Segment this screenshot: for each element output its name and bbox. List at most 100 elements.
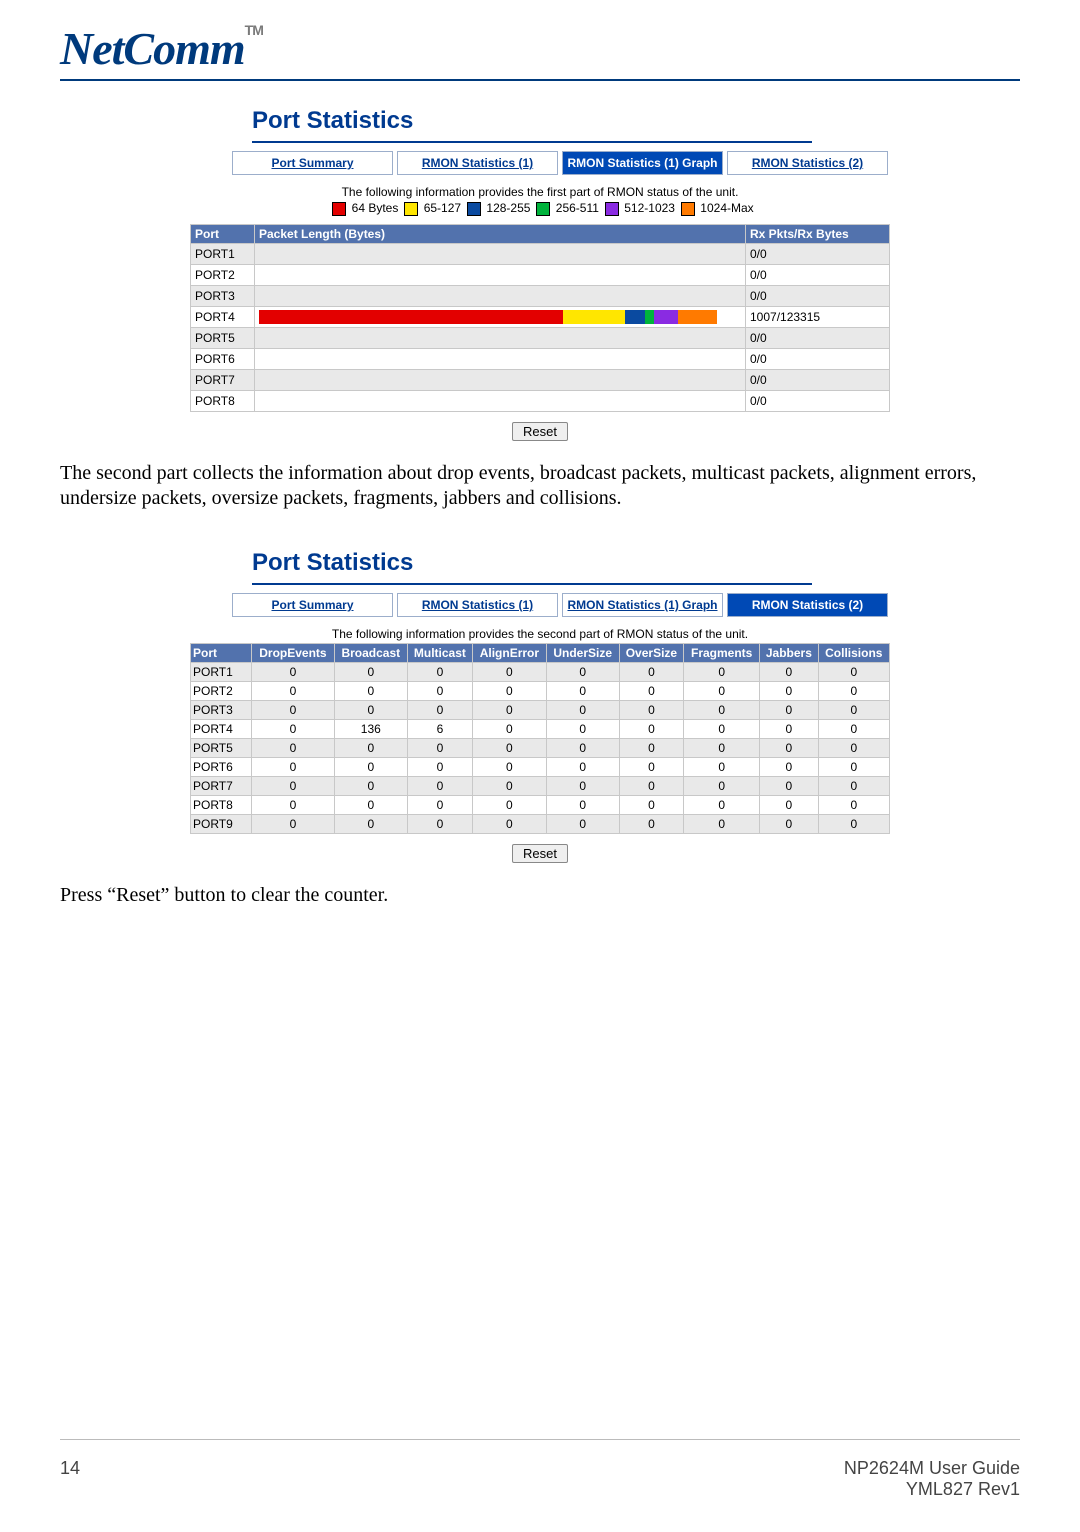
cell-value: 0 xyxy=(684,814,760,833)
cell-value: 0 xyxy=(546,776,619,795)
legend-swatch xyxy=(536,202,550,216)
cell-rx: 0/0 xyxy=(746,243,890,264)
bar-segment xyxy=(645,310,655,324)
th-port: Port xyxy=(191,643,252,662)
tab-3[interactable]: RMON Statistics (1) Graph xyxy=(562,593,723,617)
cell-port: PORT1 xyxy=(191,662,252,681)
cell-value: 0 xyxy=(334,700,407,719)
title-divider xyxy=(252,141,812,143)
panel-rmon1-graph: Port Statistics Port SummaryRMON Statist… xyxy=(190,105,890,441)
tab-1[interactable]: Port Summary xyxy=(232,151,393,175)
cell-value: 0 xyxy=(619,814,684,833)
legend-label: 256-511 xyxy=(552,201,598,215)
cell-value: 0 xyxy=(684,738,760,757)
cell-value: 0 xyxy=(619,700,684,719)
cell-value: 0 xyxy=(818,681,889,700)
table-row: PORT8000000000 xyxy=(191,795,890,814)
cell-rx: 0/0 xyxy=(746,369,890,390)
reset-button[interactable]: Reset xyxy=(512,844,568,863)
legend-label: 1024-Max xyxy=(697,201,754,215)
cell-value: 0 xyxy=(818,795,889,814)
cell-value: 6 xyxy=(407,719,472,738)
cell-value: 0 xyxy=(334,681,407,700)
tab-2[interactable]: RMON Statistics (1) xyxy=(397,593,558,617)
reset-button[interactable]: Reset xyxy=(512,422,568,441)
th-collisions: Collisions xyxy=(818,643,889,662)
chart-legend: 64 Bytes 65-127 128-255 256-511 512-1023… xyxy=(190,201,890,216)
cell-port: PORT4 xyxy=(191,306,255,327)
cell-port: PORT2 xyxy=(191,264,255,285)
rmon1-graph-table: Port Packet Length (Bytes) Rx Pkts/Rx By… xyxy=(190,224,890,412)
cell-bar xyxy=(255,285,746,306)
legend-swatch xyxy=(404,202,418,216)
cell-value: 0 xyxy=(546,681,619,700)
cell-value: 0 xyxy=(252,700,335,719)
cell-bar xyxy=(255,264,746,285)
cell-value: 0 xyxy=(619,795,684,814)
cell-value: 0 xyxy=(252,738,335,757)
th-port: Port xyxy=(191,224,255,243)
cell-value: 0 xyxy=(760,738,818,757)
cell-value: 0 xyxy=(619,757,684,776)
cell-value: 0 xyxy=(818,662,889,681)
th-undersize: UnderSize xyxy=(546,643,619,662)
tab-4[interactable]: RMON Statistics (2) xyxy=(727,151,888,175)
cell-value: 0 xyxy=(760,776,818,795)
page-title: Port Statistics xyxy=(190,547,890,583)
tab-1[interactable]: Port Summary xyxy=(232,593,393,617)
th-oversize: OverSize xyxy=(619,643,684,662)
table-row: PORT3000000000 xyxy=(191,700,890,719)
cell-value: 0 xyxy=(546,662,619,681)
cell-value: 0 xyxy=(334,795,407,814)
cell-value: 0 xyxy=(619,662,684,681)
th-broadcast: Broadcast xyxy=(334,643,407,662)
th-fragments: Fragments xyxy=(684,643,760,662)
cell-value: 0 xyxy=(473,700,547,719)
cell-port: PORT7 xyxy=(191,776,252,795)
cell-value: 0 xyxy=(619,776,684,795)
table-row: PORT2000000000 xyxy=(191,681,890,700)
cell-value: 0 xyxy=(818,738,889,757)
cell-value: 0 xyxy=(619,681,684,700)
th-alignerror: AlignError xyxy=(473,643,547,662)
cell-value: 0 xyxy=(473,719,547,738)
cell-bar xyxy=(255,306,746,327)
panel-rmon2: Port Statistics Port SummaryRMON Statist… xyxy=(190,547,890,863)
tab-2[interactable]: RMON Statistics (1) xyxy=(397,151,558,175)
cell-value: 0 xyxy=(334,662,407,681)
cell-value: 0 xyxy=(546,719,619,738)
tab-4[interactable]: RMON Statistics (2) xyxy=(727,593,888,617)
cell-port: PORT9 xyxy=(191,814,252,833)
cell-value: 0 xyxy=(252,776,335,795)
cell-port: PORT5 xyxy=(191,738,252,757)
cell-value: 0 xyxy=(473,738,547,757)
cell-port: PORT2 xyxy=(191,681,252,700)
cell-value: 0 xyxy=(252,814,335,833)
cell-value: 0 xyxy=(760,757,818,776)
cell-value: 0 xyxy=(407,814,472,833)
cell-value: 0 xyxy=(818,719,889,738)
legend-swatch xyxy=(605,202,619,216)
cell-rx: 0/0 xyxy=(746,327,890,348)
cell-rx: 0/0 xyxy=(746,285,890,306)
cell-value: 0 xyxy=(818,757,889,776)
cell-value: 0 xyxy=(684,681,760,700)
cell-rx: 1007/123315 xyxy=(746,306,890,327)
trademark: TM xyxy=(245,22,263,38)
cell-port: PORT7 xyxy=(191,369,255,390)
footer-divider xyxy=(60,1439,1020,1440)
cell-port: PORT6 xyxy=(191,348,255,369)
tab-3[interactable]: RMON Statistics (1) Graph xyxy=(562,151,723,175)
cell-bar xyxy=(255,369,746,390)
cell-value: 0 xyxy=(473,662,547,681)
cell-bar xyxy=(255,348,746,369)
table-row: PORT7000000000 xyxy=(191,776,890,795)
table-row: PORT30/0 xyxy=(191,285,890,306)
cell-port: PORT8 xyxy=(191,795,252,814)
cell-port: PORT5 xyxy=(191,327,255,348)
cell-value: 0 xyxy=(334,738,407,757)
intro-text: The following information provides the f… xyxy=(190,185,890,199)
cell-value: 0 xyxy=(760,700,818,719)
cell-value: 0 xyxy=(546,795,619,814)
table-row: PORT5 0/0 xyxy=(191,327,890,348)
